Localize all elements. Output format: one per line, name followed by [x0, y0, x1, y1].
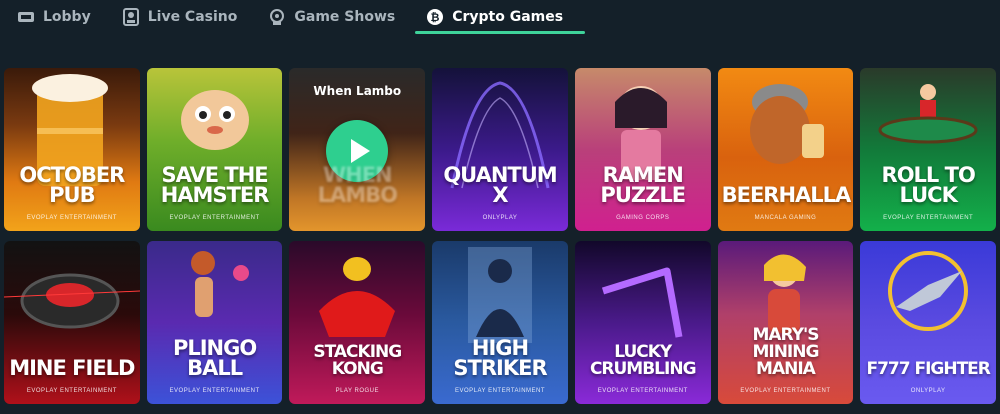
game-card-when-lambo[interactable]: When Lambo When Lambo	[289, 68, 426, 231]
game-provider: Onlyplay	[910, 388, 946, 394]
kong-icon	[319, 257, 396, 337]
game-grid: October Pub Evoplay Entertainment Save t…	[4, 68, 997, 414]
tab-live-casino[interactable]: Live Casino	[117, 0, 250, 34]
svg-text:₿: ₿	[431, 11, 440, 24]
game-shows-icon	[267, 7, 287, 27]
live-casino-icon	[121, 7, 141, 27]
game-title: Roll to Luck	[881, 163, 976, 207]
game-title: Lucky Crumbling	[589, 342, 697, 379]
game-card-plingo-ball[interactable]: Plingo Ball Evoplay Entertainment	[146, 241, 283, 404]
game-row-2: Mine Field Evoplay Entertainment Plingo …	[4, 241, 997, 404]
jet-icon	[888, 251, 969, 331]
game-card-marys-mining-mania[interactable]: Mary's Mining Mania Evoplay Entertainmen…	[717, 241, 854, 404]
game-title: Beerhalla	[721, 183, 852, 207]
game-title: F777 Fighter	[866, 359, 990, 379]
game-provider: Onlyplay	[482, 215, 518, 221]
tab-crypto-games[interactable]: ₿ Crypto Games	[415, 0, 585, 34]
category-nav: Lobby Live Casino Game Shows ₿ Crypto Ga…	[0, 0, 1000, 36]
game-title: Mary's Mining Mania	[752, 325, 819, 379]
game-provider: Gaming Corps	[616, 215, 670, 221]
tab-lobby[interactable]: Lobby	[12, 0, 103, 34]
tab-game-shows-label: Game Shows	[294, 9, 396, 25]
game-provider: Evoplay Entertainment	[454, 388, 546, 394]
game-title: High Striker	[453, 336, 547, 380]
game-provider: Evoplay Entertainment	[26, 388, 117, 394]
game-title: Ramen Puzzle	[600, 163, 686, 207]
game-provider: Evoplay Entertainment	[26, 215, 117, 221]
game-card-f777-fighter[interactable]: F777 Fighter Onlyplay	[860, 241, 997, 404]
play-icon	[350, 139, 370, 163]
game-provider: Evoplay Entertainment	[169, 388, 260, 394]
lobby-icon	[16, 7, 36, 27]
game-title-top: When Lambo	[313, 84, 402, 98]
tab-lobby-label: Lobby	[43, 9, 91, 25]
game-card-save-the-hamster[interactable]: Save the Hamster Evoplay Entertainment	[146, 68, 283, 231]
game-provider: Evoplay Entertainment	[597, 388, 688, 394]
tab-crypto-games-label: Crypto Games	[452, 9, 564, 25]
game-provider: Evoplay Entertainment	[169, 215, 260, 221]
game-card-quantum-x[interactable]: Quantum X Onlyplay	[432, 68, 568, 231]
game-title: Stacking Kong	[313, 342, 402, 379]
game-card-mine-field[interactable]: Mine Field Evoplay Entertainment	[4, 241, 140, 404]
game-card-stacking-kong[interactable]: Stacking Kong Play Rogue	[289, 241, 426, 404]
game-card-lucky-crumbling[interactable]: Lucky Crumbling Evoplay Entertainment	[574, 241, 711, 404]
game-provider: Mancala Gaming	[754, 215, 817, 221]
game-provider: Evoplay Entertainment	[740, 388, 831, 394]
crypto-icon: ₿	[425, 7, 445, 27]
tab-live-casino-label: Live Casino	[147, 9, 238, 25]
game-title: Quantum X	[443, 163, 557, 207]
game-title: Plingo Ball	[172, 336, 257, 380]
game-title: Mine Field	[9, 356, 135, 380]
game-card-ramen-puzzle[interactable]: Ramen Puzzle Gaming Corps	[574, 68, 711, 231]
game-card-high-striker[interactable]: High Striker Evoplay Entertainment	[432, 241, 568, 404]
game-provider: Evoplay Entertainment	[883, 215, 974, 221]
game-card-beerhalla[interactable]: Beerhalla Mancala Gaming	[717, 68, 854, 231]
tab-game-shows[interactable]: Game Shows	[263, 0, 407, 34]
neon-arrow-icon	[601, 267, 683, 338]
character-icon	[763, 254, 806, 333]
game-card-roll-to-luck[interactable]: Roll to Luck Evoplay Entertainment	[860, 68, 997, 231]
game-card-october-pub[interactable]: October Pub Evoplay Entertainment	[4, 68, 140, 231]
game-title: Save the Hamster	[160, 163, 270, 207]
game-row-1: October Pub Evoplay Entertainment Save t…	[4, 68, 997, 231]
game-title-blurred: When Lambo	[317, 163, 398, 207]
game-title: October Pub	[19, 163, 125, 207]
game-provider: Play Rogue	[335, 388, 380, 394]
